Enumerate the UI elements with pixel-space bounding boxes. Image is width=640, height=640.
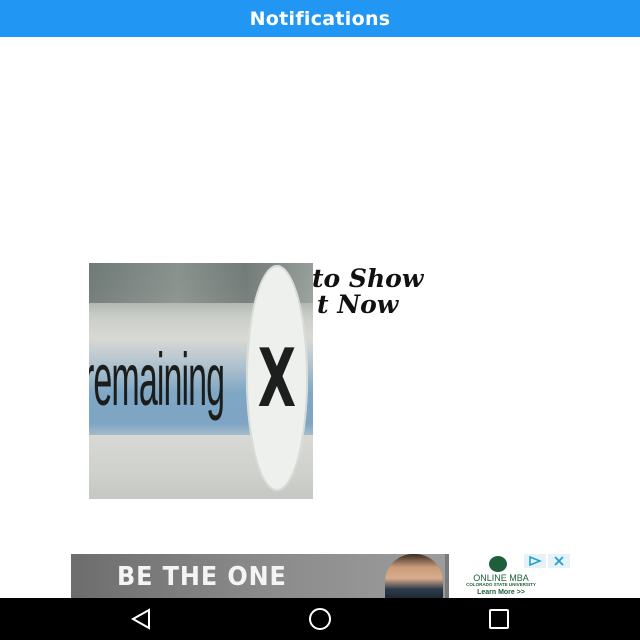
adchoices-icon[interactable] [524, 554, 546, 568]
close-icon[interactable] [548, 554, 570, 568]
ad-headline: BE THE ONE [117, 562, 287, 592]
overlay-image[interactable]: remaining X [89, 263, 313, 499]
image-x-glyph: X [257, 331, 297, 425]
image-close-button: X [246, 265, 308, 491]
ad-cta[interactable]: Learn More >> [451, 589, 551, 596]
ad-banner[interactable]: BE THE ONE ONLINE MBA COLORADO STATE UNI… [71, 554, 570, 598]
app-bar: Notifications [0, 0, 640, 37]
home-icon[interactable] [307, 607, 333, 631]
recents-icon[interactable] [486, 607, 512, 631]
image-text: remaining [89, 338, 225, 421]
university-logo-icon [489, 556, 507, 572]
ad-university: COLORADO STATE UNIVERSITY [466, 582, 536, 587]
back-icon[interactable] [128, 607, 154, 631]
system-nav-bar [0, 598, 640, 640]
page-title: Notifications [249, 7, 391, 30]
